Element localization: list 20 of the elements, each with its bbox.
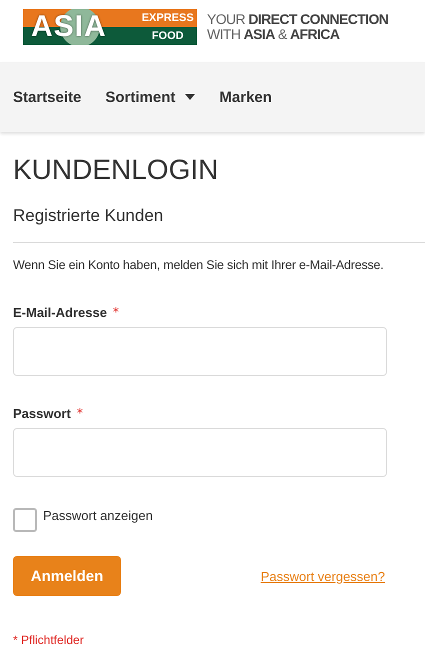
field-label: E-Mail-Adresse xyxy=(13,305,107,320)
checkbox-label: Passwort anzeigen xyxy=(43,508,153,523)
field-label: Passwort xyxy=(13,406,71,421)
page-title: KUNDENLOGIN xyxy=(13,154,220,186)
input-field[interactable] xyxy=(13,327,387,376)
nav-item[interactable]: Startseite xyxy=(13,88,82,106)
required-mark: * xyxy=(76,406,83,421)
tagline: WITH ASIA & AFRICA xyxy=(207,27,340,42)
nav-item[interactable]: Sortiment xyxy=(105,88,196,106)
section-heading: Registrierte Kunden xyxy=(13,206,164,226)
tagline: YOUR DIRECT CONNECTION xyxy=(207,12,388,27)
logo-food: FOOD xyxy=(152,29,184,44)
nav-item[interactable]: Marken xyxy=(219,88,272,106)
required-mark: * xyxy=(112,305,119,320)
checkbox[interactable] xyxy=(13,508,37,532)
required-note: * Pflichtfelder xyxy=(13,633,85,647)
caret-icon xyxy=(185,94,196,100)
input-field[interactable] xyxy=(13,428,387,477)
intro-text: Wenn Sie ein Konto haben, melden Sie sich mit Ihrer e-Mail-Adresse. xyxy=(13,258,385,272)
logo-express: EXPRESS xyxy=(142,11,194,26)
